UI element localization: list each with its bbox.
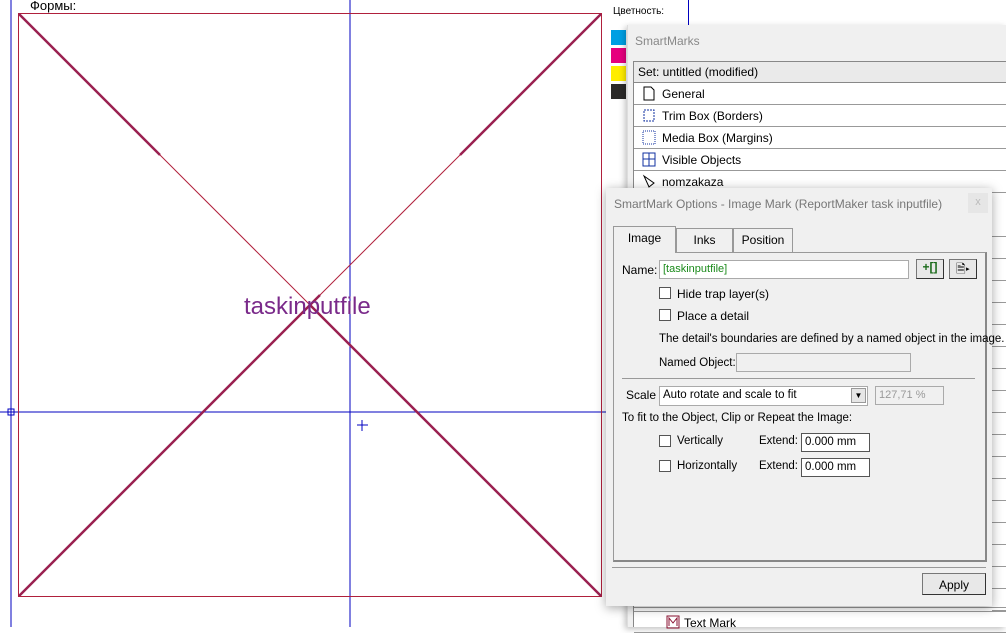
hidden-rows-edge xyxy=(992,215,1006,633)
tab-image[interactable]: Image xyxy=(613,226,676,253)
forms-label: Формы: xyxy=(30,0,76,13)
name-input[interactable]: [taskinputfile] xyxy=(659,260,909,279)
diagonal-line xyxy=(459,13,602,156)
divider xyxy=(622,378,975,379)
tab-position[interactable]: Position xyxy=(733,228,793,252)
list-item-visible-objects[interactable]: Visible Objects xyxy=(634,149,1006,171)
image-placeholder-text: taskinputfile xyxy=(244,293,371,320)
scale-label: Scale xyxy=(626,388,657,402)
fit-label: To fit to the Object, Clip or Repeat the… xyxy=(622,412,853,424)
place-detail-checkbox[interactable] xyxy=(659,309,671,321)
extend-horizontal-input[interactable]: 0.000 mm xyxy=(801,458,870,477)
set-header[interactable]: Set: untitled (modified) xyxy=(634,61,1006,83)
list-item-trim-box[interactable]: Trim Box (Borders) xyxy=(634,105,1006,127)
extend-vertical-input[interactable]: 0.000 mm xyxy=(801,433,870,452)
hide-trap-label: Hide trap layer(s) xyxy=(677,287,770,301)
smartmark-options-dialog: SmartMark Options - Image Mark (ReportMa… xyxy=(606,188,1005,606)
named-object-input[interactable] xyxy=(736,353,911,372)
shape-icon xyxy=(642,174,655,188)
place-detail-label: Place a detail xyxy=(677,309,750,323)
horizontally-label: Horizontally xyxy=(677,460,738,472)
document-menu-icon: 🗎▸ xyxy=(955,262,971,276)
diagonal-line xyxy=(309,304,602,597)
diagonal-line xyxy=(159,154,311,306)
trim-box-icon xyxy=(643,109,655,122)
page-icon xyxy=(643,86,655,101)
list-item-media-box[interactable]: Media Box (Margins) xyxy=(634,127,1006,149)
diagonal-line xyxy=(319,154,461,296)
chevron-down-icon[interactable]: ▼ xyxy=(851,388,866,403)
detail-note: The detail's boundaries are defined by a… xyxy=(659,333,1005,345)
media-box-icon xyxy=(642,130,656,145)
hide-trap-checkbox[interactable] xyxy=(659,287,671,299)
layout-canvas[interactable]: taskinputfile Формы: xyxy=(0,0,606,627)
extend-label-horizontal: Extend: xyxy=(759,460,798,472)
vertically-label: Vertically xyxy=(677,435,724,447)
close-button[interactable]: x xyxy=(968,193,988,213)
scale-select-value: Auto rotate and scale to fit xyxy=(663,389,797,401)
extend-label-vertical: Extend: xyxy=(759,435,798,447)
text-mark-icon xyxy=(666,615,680,629)
named-object-label: Named Object: xyxy=(659,357,736,369)
cyan-swatch[interactable] xyxy=(611,30,626,45)
add-variable-button[interactable]: +[] xyxy=(916,259,944,279)
diagonal-line xyxy=(18,13,161,156)
dialog-title: SmartMark Options - Image Mark (ReportMa… xyxy=(614,197,943,211)
list-item-text-mark[interactable]: Text Mark xyxy=(634,611,1006,633)
divider xyxy=(612,567,986,568)
scale-percent-field: 127,71 % xyxy=(875,386,944,405)
diagonal-line xyxy=(18,294,321,597)
list-item-general[interactable]: General xyxy=(634,83,1006,105)
guide-vertical-right[interactable] xyxy=(688,0,689,25)
black-swatch[interactable] xyxy=(611,84,626,99)
document-menu-button[interactable]: 🗎▸ xyxy=(949,259,977,279)
horizontally-checkbox[interactable] xyxy=(659,460,671,472)
apply-button[interactable]: Apply xyxy=(922,573,986,595)
name-label: Name: xyxy=(622,263,658,277)
tab-inks[interactable]: Inks xyxy=(676,228,733,252)
visible-objects-icon xyxy=(642,152,656,167)
magenta-swatch[interactable] xyxy=(611,48,626,63)
vertically-checkbox[interactable] xyxy=(659,435,671,447)
yellow-swatch[interactable] xyxy=(611,66,626,81)
panel-title: SmartMarks xyxy=(635,34,700,48)
colors-label: Цветность: xyxy=(613,6,665,17)
scale-select[interactable]: Auto rotate and scale to fit ▼ xyxy=(659,386,868,406)
cursor-crosshair-icon xyxy=(357,420,368,431)
